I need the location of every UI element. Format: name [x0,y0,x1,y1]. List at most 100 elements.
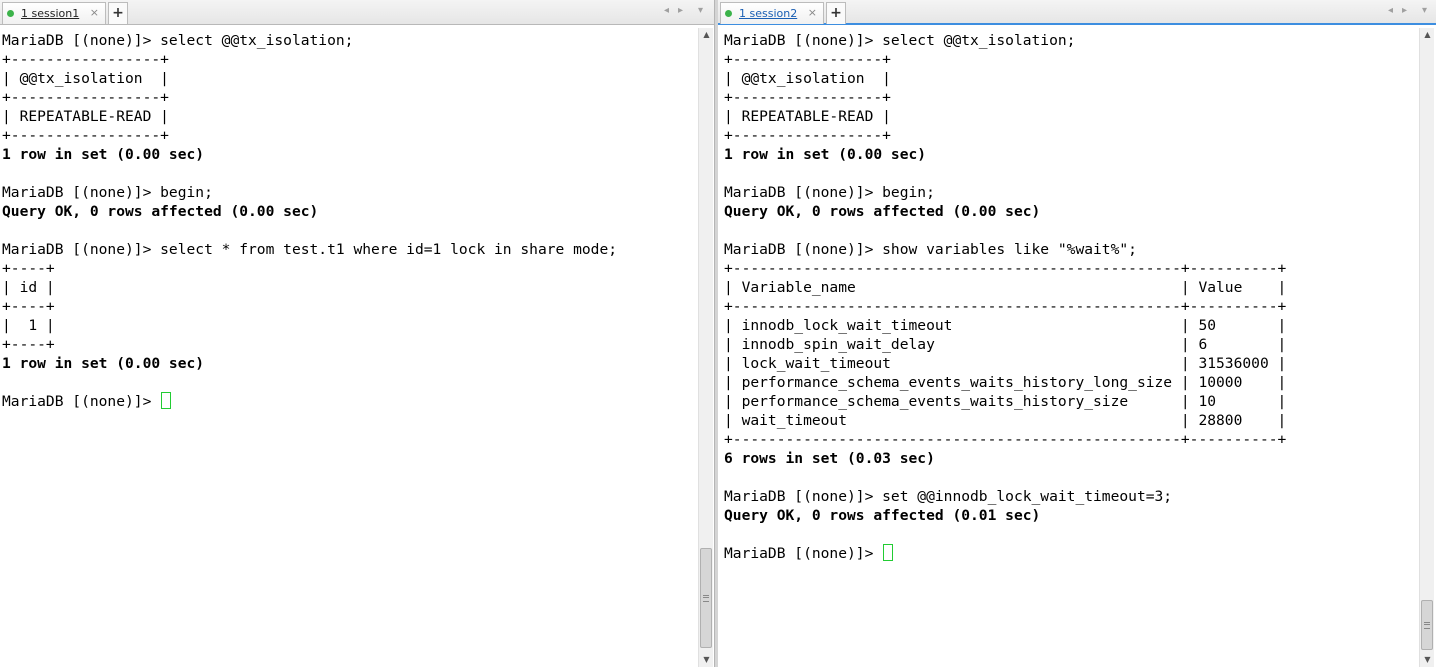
terminal-line: | lock_wait_timeout | 31536000 | [724,354,1286,373]
terminal-line: +----+ [2,335,617,354]
terminal-line: +---------------------------------------… [724,297,1286,316]
tab-label: 1 session1 [21,7,80,20]
terminal-line: 1 row in set (0.00 sec) [2,354,617,373]
terminal-line: 1 row in set (0.00 sec) [2,145,617,164]
prompt-line: MariaDB [(none)]> [2,392,617,411]
terminal-line-text: MariaDB [(none)]> select @@tx_isolation; [2,32,354,49]
vertical-scrollbar-session2[interactable]: ▲ ▼ [1419,28,1434,667]
terminal-line: MariaDB [(none)]> select @@tx_isolation; [2,31,617,50]
terminal-line: MariaDB [(none)]> begin; [724,183,1286,202]
scroll-down-icon[interactable]: ▼ [1420,653,1435,667]
terminal-line: | REPEATABLE-READ | [724,107,1286,126]
terminal-line: MariaDB [(none)]> show variables like "%… [724,240,1286,259]
tab-bar: 1 session1 × + ◂ ▸ ▾ [0,0,714,25]
terminal-pane-session2: 1 session2 × + ◂ ▸ ▾ MariaDB [(none)]> s… [718,0,1436,667]
terminal-pane-session1: 1 session1 × + ◂ ▸ ▾ MariaDB [(none)]> s… [0,0,714,667]
terminal-line: | 1 | [2,316,617,335]
terminal-line: 6 rows in set (0.03 sec) [724,449,1286,468]
terminal-line-text: +----+ [2,260,55,277]
terminal-line: MariaDB [(none)]> select * from test.t1 … [2,240,617,259]
terminal-output[interactable]: MariaDB [(none)]> select @@tx_isolation;… [2,31,617,411]
tab-list-menu-icon[interactable]: ▾ [698,5,703,16]
terminal-line-text: +---------------------------------------… [724,431,1287,448]
vertical-scrollbar-session1[interactable]: ▲ ▼ [698,28,713,667]
terminal-line-text: 1 row in set (0.00 sec) [2,355,205,372]
terminal-line: +-----------------+ [2,88,617,107]
terminal-line-text: +---------------------------------------… [724,260,1287,277]
scroll-tabs-right-icon[interactable]: ▸ [1402,5,1407,16]
connection-status-icon [725,10,732,17]
scrollbar-thumb[interactable] [1421,600,1433,650]
terminal-line: +----+ [2,297,617,316]
connection-status-icon [7,10,14,17]
scrollbar-thumb[interactable] [700,548,712,648]
scroll-tabs-left-icon[interactable]: ◂ [664,5,669,16]
terminal-line-text: | id | [2,279,55,296]
terminal-line-text: +-----------------+ [724,89,891,106]
tab-list-menu-icon[interactable]: ▾ [1422,5,1427,16]
tab-label: 1 session2 [739,7,798,20]
terminal-line: | Variable_name | Value | [724,278,1286,297]
terminal-line-text: Query OK, 0 rows affected (0.01 sec) [724,507,1041,524]
terminal-line-text: | wait_timeout | 28800 | [724,412,1287,429]
terminal-line-text: +-----------------+ [2,89,169,106]
terminal-line-text: | @@tx_isolation | [724,70,891,87]
text-cursor [883,544,894,561]
terminal-line: | @@tx_isolation | [724,69,1286,88]
terminal-line-text: | 1 | [2,317,55,334]
terminal-line-text: +----+ [2,298,55,315]
terminal-line: MariaDB [(none)]> begin; [2,183,617,202]
terminal-line-text: | performance_schema_events_waits_histor… [724,393,1287,410]
terminal-line: | wait_timeout | 28800 | [724,411,1286,430]
scroll-tabs-right-icon[interactable]: ▸ [678,5,683,16]
tab-session1[interactable]: 1 session1 × [2,2,106,24]
add-tab-button[interactable]: + [826,2,846,24]
terminal-output[interactable]: MariaDB [(none)]> select @@tx_isolation;… [724,31,1286,563]
scroll-up-icon[interactable]: ▲ [1420,28,1435,42]
close-tab-icon[interactable]: × [808,6,817,19]
terminal-line: +-----------------+ [724,126,1286,145]
scroll-down-icon[interactable]: ▼ [699,653,714,667]
terminal-line: +-----------------+ [2,50,617,69]
terminal-line-text: 1 row in set (0.00 sec) [2,146,205,163]
terminal-line-text: MariaDB [(none)]> [2,393,161,410]
terminal-line-text: 1 row in set (0.00 sec) [724,146,927,163]
terminal-line-text: | lock_wait_timeout | 31536000 | [724,355,1287,372]
terminal-line: | @@tx_isolation | [2,69,617,88]
terminal-line-text: 6 rows in set (0.03 sec) [724,450,935,467]
terminal-line-text: MariaDB [(none)]> set @@innodb_lock_wait… [724,488,1173,505]
scroll-up-icon[interactable]: ▲ [699,28,714,42]
terminal-line: | innodb_lock_wait_timeout | 50 | [724,316,1286,335]
scroll-tabs-left-icon[interactable]: ◂ [1388,5,1393,16]
tab-session2[interactable]: 1 session2 × [720,2,824,24]
terminal-line-text: +-----------------+ [2,51,169,68]
terminal-line: +----+ [2,259,617,278]
terminal-line-text: MariaDB [(none)]> show variables like "%… [724,241,1137,258]
close-tab-icon[interactable]: × [90,6,99,19]
terminal-line-text: +---------------------------------------… [724,298,1287,315]
terminal-line-text: +-----------------+ [724,127,891,144]
terminal-line-text: Query OK, 0 rows affected (0.00 sec) [2,203,319,220]
terminal-line: +---------------------------------------… [724,259,1286,278]
terminal-line: | innodb_spin_wait_delay | 6 | [724,335,1286,354]
terminal-line: Query OK, 0 rows affected (0.00 sec) [724,202,1286,221]
terminal-line-text: Query OK, 0 rows affected (0.00 sec) [724,203,1041,220]
terminal-line-text: +-----------------+ [724,51,891,68]
terminal-line: +-----------------+ [2,126,617,145]
terminal-line-text: | performance_schema_events_waits_histor… [724,374,1287,391]
terminal-line-text: | REPEATABLE-READ | [2,108,169,125]
terminal-line-text: +----+ [2,336,55,353]
terminal-line-text: | innodb_spin_wait_delay | 6 | [724,336,1287,353]
terminal-line-text: MariaDB [(none)]> select * from test.t1 … [2,241,618,258]
add-tab-button[interactable]: + [108,2,128,24]
terminal-line: Query OK, 0 rows affected (0.00 sec) [2,202,617,221]
terminal-line: | performance_schema_events_waits_histor… [724,392,1286,411]
terminal-line-text: +-----------------+ [2,127,169,144]
